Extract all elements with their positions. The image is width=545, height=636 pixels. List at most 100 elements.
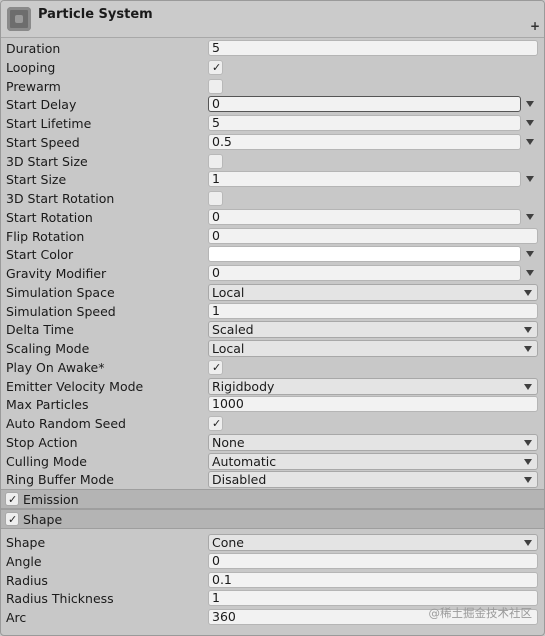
chevron-down-icon	[524, 346, 532, 352]
duration-label: Duration	[6, 41, 61, 56]
play-on-awake-label: Play On Awake*	[6, 359, 105, 375]
start-speed-field[interactable]: 0.5	[208, 133, 521, 150]
emitter-velocity-mode-label: Emitter Velocity Mode	[6, 378, 144, 394]
duration-field[interactable]: 5	[208, 40, 538, 56]
start-delay-mode-arrow-icon[interactable]	[526, 101, 534, 108]
start-lifetime-field[interactable]: 5	[208, 115, 521, 131]
gravity-modifier-field[interactable]: 0	[208, 265, 521, 281]
flip-rotation-row: Flip Rotation 0	[1, 227, 544, 246]
shape-label: Shape	[6, 535, 46, 550]
ring-buffer-mode-dropdown[interactable]: Disabled	[208, 471, 538, 489]
radius-label: Radius	[6, 572, 48, 588]
particle-system-header[interactable]: Particle System +	[1, 1, 544, 38]
scaling-mode-row: Scaling Mode Local	[1, 339, 544, 358]
delta-time-row: Delta Time Scaled	[1, 320, 544, 339]
radius-field[interactable]: 0.1	[208, 571, 538, 588]
simulation-speed-row: Simulation Speed 1	[1, 302, 544, 321]
play-on-awake-row: Play On Awake* ✓	[1, 358, 544, 377]
delta-time-value: Scaled	[212, 322, 254, 338]
shape-module-header[interactable]: ✓ Shape	[1, 509, 544, 529]
start-color-mode-arrow-icon[interactable]	[526, 251, 534, 258]
check-icon: ✓	[212, 60, 222, 74]
check-icon: ✓	[8, 513, 18, 526]
start-delay-field[interactable]: 0	[208, 96, 521, 113]
start-size-field[interactable]: 1	[208, 171, 521, 188]
shape-row: Shape Cone	[1, 533, 544, 552]
simulation-space-dropdown[interactable]: Local	[208, 283, 538, 301]
start-lifetime-label: Start Lifetime	[6, 116, 92, 131]
culling-mode-value: Automatic	[212, 453, 277, 469]
emitter-velocity-mode-value: Rigidbody	[212, 378, 275, 394]
prewarm-label: Prewarm	[6, 78, 61, 94]
delta-time-dropdown[interactable]: Scaled	[208, 321, 538, 339]
chevron-down-icon	[524, 458, 532, 465]
auto-random-seed-checkbox[interactable]: ✓	[208, 416, 223, 431]
radius-thickness-field[interactable]: 1	[208, 590, 538, 607]
radius-row: Radius 0.1	[1, 571, 544, 590]
looping-checkbox[interactable]: ✓	[208, 59, 223, 75]
max-particles-row: Max Particles 1000	[1, 395, 544, 414]
start-lifetime-mode-arrow-icon[interactable]	[526, 120, 534, 126]
prewarm-checkbox[interactable]	[208, 78, 223, 94]
shape-module-label: Shape	[23, 512, 63, 527]
emitter-velocity-mode-row: Emitter Velocity Mode Rigidbody	[1, 377, 544, 396]
angle-label: Angle	[6, 553, 42, 569]
start-speed-row: Start Speed 0.5	[1, 133, 544, 152]
start-size-3d-checkbox[interactable]	[208, 153, 223, 169]
looping-label: Looping	[6, 59, 56, 75]
simulation-space-value: Local	[212, 284, 245, 300]
duration-row: Duration 5	[1, 39, 544, 58]
culling-mode-dropdown[interactable]: Automatic	[208, 452, 538, 470]
start-size-mode-arrow-icon[interactable]	[526, 176, 534, 183]
start-speed-mode-arrow-icon[interactable]	[526, 138, 534, 145]
ring-buffer-mode-label: Ring Buffer Mode	[6, 472, 114, 488]
simulation-speed-label: Simulation Speed	[6, 303, 116, 319]
stop-action-label: Stop Action	[6, 434, 78, 450]
play-on-awake-checkbox[interactable]: ✓	[208, 359, 223, 375]
start-size-label: Start Size	[6, 172, 67, 188]
start-color-swatch[interactable]	[208, 246, 521, 263]
start-rotation-mode-arrow-icon[interactable]	[526, 213, 534, 220]
chevron-down-icon	[524, 383, 532, 390]
prewarm-row: Prewarm	[1, 77, 544, 96]
add-module-icon[interactable]: +	[530, 19, 540, 33]
start-size-3d-row: 3D Start Size	[1, 152, 544, 171]
arc-label: Arc	[6, 610, 27, 625]
scaling-mode-dropdown[interactable]: Local	[208, 340, 538, 357]
particle-system-icon	[7, 7, 31, 31]
delta-time-label: Delta Time	[6, 322, 74, 338]
start-size-row: Start Size 1	[1, 170, 544, 189]
main-module-properties: Duration 5 Looping ✓ Prewarm Start Delay…	[1, 39, 544, 627]
stop-action-dropdown[interactable]: None	[208, 433, 538, 451]
gravity-modifier-label: Gravity Modifier	[6, 266, 107, 281]
gravity-modifier-mode-arrow-icon[interactable]	[526, 270, 534, 276]
start-size-3d-label: 3D Start Size	[6, 153, 88, 169]
start-rotation-label: Start Rotation	[6, 209, 93, 225]
start-color-label: Start Color	[6, 247, 74, 263]
simulation-speed-field[interactable]: 1	[208, 302, 538, 319]
chevron-down-icon	[524, 327, 532, 334]
emitter-velocity-mode-dropdown[interactable]: Rigidbody	[208, 377, 538, 395]
chevron-down-icon	[524, 289, 532, 296]
flip-rotation-field[interactable]: 0	[208, 227, 538, 244]
culling-mode-label: Culling Mode	[6, 453, 87, 469]
start-rotation-3d-checkbox[interactable]	[208, 191, 223, 206]
shape-enable-checkbox[interactable]: ✓	[5, 512, 19, 526]
stop-action-value: None	[212, 434, 245, 450]
watermark: @稀土掘金技术社区	[428, 606, 533, 620]
scaling-mode-label: Scaling Mode	[6, 341, 90, 356]
start-rotation-field[interactable]: 0	[208, 208, 521, 225]
max-particles-field[interactable]: 1000	[208, 396, 538, 413]
component-title: Particle System	[38, 7, 153, 22]
angle-row: Angle 0	[1, 552, 544, 571]
emission-module-header[interactable]: ✓ Emission	[1, 489, 544, 509]
start-color-row: Start Color	[1, 245, 544, 264]
flip-rotation-label: Flip Rotation	[6, 228, 85, 244]
shape-dropdown[interactable]: Cone	[208, 534, 538, 551]
emission-enable-checkbox[interactable]: ✓	[5, 492, 19, 506]
auto-random-seed-row: Auto Random Seed ✓	[1, 414, 544, 433]
start-delay-label: Start Delay	[6, 97, 77, 113]
gravity-modifier-row: Gravity Modifier 0	[1, 264, 544, 283]
angle-field[interactable]: 0	[208, 552, 538, 569]
start-lifetime-row: Start Lifetime 5	[1, 114, 544, 133]
